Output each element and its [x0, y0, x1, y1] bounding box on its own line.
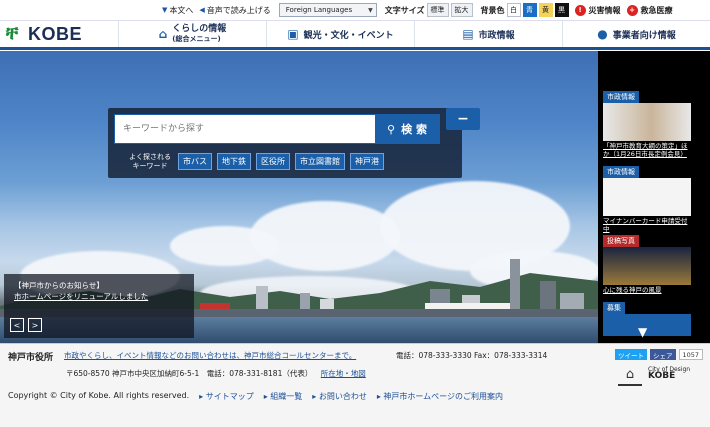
emergency-medical-link[interactable]: + 救急医療 [626, 4, 673, 16]
keyword-subway[interactable]: 地下鉄 [217, 153, 251, 170]
global-nav: ⌂ くらしの情報 (総合メニュー) ▣ 観光・文化・イベント ▤ 市政情報 ● … [118, 21, 710, 47]
page: ▼ 本文へ ◀ 音声で読み上げる Foreign Languages ▼ 文字サ… [0, 0, 710, 427]
font-size-label: 文字サイズ [384, 5, 425, 15]
read-aloud-link[interactable]: ◀ 音声で読み上げる [199, 5, 270, 16]
keyword-library[interactable]: 市立図書館 [295, 153, 345, 170]
nav-business-info[interactable]: ● 事業者向け情報 [562, 21, 710, 47]
search-panel: ⚲ 検 索 − よく探される キーワード 市バス 地下鉄 区役所 市立図書館 神… [108, 108, 480, 178]
house-icon: ⌂ [158, 27, 168, 41]
unesco-temple-icon: ⌂ [618, 366, 642, 386]
notice-box: 【神戸市からのお知らせ】 市ホームページをリニューアルしました < > [4, 274, 194, 338]
utility-bar: ▼ 本文へ ◀ 音声で読み上げる Foreign Languages ▼ 文字サ… [0, 0, 710, 20]
bg-black-button[interactable]: 黒 [554, 3, 569, 17]
chevron-down-icon: ▼ [368, 6, 373, 14]
feature-panel: 市政情報 「神戸市教育大綱の策定」ほか（1月26日市長定例会見） 市政情報 マイ… [598, 51, 710, 343]
copyright-row: Copyright © City of Kobe. All rights res… [8, 391, 503, 402]
next-button[interactable]: > [28, 318, 42, 332]
card-caption: 「神戸市教育大綱の策定」ほか（1月26日市長定例会見） [603, 142, 688, 158]
nav-city-government[interactable]: ▤ 市政情報 [414, 21, 562, 47]
feature-card[interactable]: 市政情報 マイナンバーカード申請受付中 [603, 159, 691, 233]
kobe-logo[interactable]: ቸ KOBE [0, 24, 118, 45]
search-box: ⚲ 検 索 [114, 114, 440, 144]
search-input[interactable] [115, 115, 375, 143]
city-name: 神戸市役所 [8, 353, 54, 363]
usage-guide-link[interactable]: 神戸市ホームページのご利用案内 [377, 391, 503, 402]
scroll-down-icon[interactable]: ▼ [638, 325, 647, 339]
tweet-button[interactable]: ツイート [615, 349, 647, 360]
language-select[interactable]: Foreign Languages ▼ [278, 3, 377, 17]
keyword-kobe-port[interactable]: 神戸港 [350, 153, 384, 170]
font-size-standard-button[interactable]: 標準 [426, 3, 449, 17]
card-tag: 投稿写真 [603, 235, 639, 247]
bg-white-button[interactable]: 白 [506, 3, 521, 17]
facebook-share-button[interactable]: シェア [650, 349, 676, 360]
feature-card[interactable]: 市政情報 「神戸市教育大綱の策定」ほか（1月26日市長定例会見） [603, 84, 691, 158]
card-image [603, 103, 691, 141]
card-tag: 募集 [603, 302, 625, 314]
share-buttons: ツイート シェア 1057 [612, 349, 704, 360]
triangle-down-icon: ▼ [162, 6, 168, 14]
call-center-tel: 電話：078-333-3330 Fax：078-333-3314 [396, 351, 548, 360]
prev-button[interactable]: < [10, 318, 24, 332]
main-header: ቸ KOBE ⌂ くらしの情報 (総合メニュー) ▣ 観光・文化・イベント ▤ … [0, 20, 710, 50]
footer: 神戸市役所 市政やくらし、イベント情報などのお問い合わせは、神戸市総合コールセン… [0, 343, 710, 427]
medical-cross-icon: + [626, 4, 638, 16]
address: 〒650-8570 神戸市中央区加納町6-5-1 電話：078-331-8181… [66, 369, 366, 378]
background-color-label: 背景色 [480, 5, 505, 15]
share-count: 1057 [678, 349, 704, 360]
organization-link[interactable]: 組織一覧 [264, 391, 302, 402]
briefcase-icon: ▣ [287, 27, 299, 41]
search-button[interactable]: ⚲ 検 索 [375, 115, 439, 143]
person-icon: ● [597, 27, 608, 41]
keyword-city-bus[interactable]: 市バス [178, 153, 212, 170]
unesco-badge[interactable]: ⌂ City of Design KOBE [618, 366, 704, 422]
bg-blue-button[interactable]: 青 [522, 3, 537, 17]
copyright: Copyright © City of Kobe. All rights res… [8, 391, 190, 400]
font-size-large-button[interactable]: 拡大 [450, 3, 473, 17]
disaster-info-link[interactable]: ! 災害情報 [574, 4, 621, 16]
search-icon: ⚲ [387, 122, 396, 136]
speaker-icon: ◀ [199, 6, 205, 14]
card-image [603, 247, 691, 285]
notice-link[interactable]: 市ホームページをリニューアルしました [14, 291, 184, 302]
contact-link[interactable]: お問い合わせ [312, 391, 367, 402]
notice-title: 【神戸市からのお知らせ】 [14, 281, 104, 290]
alert-icon: ! [574, 4, 586, 16]
keyword-list: 市バス 地下鉄 区役所 市立図書館 神戸港 [178, 153, 389, 170]
skip-to-content-link[interactable]: ▼ 本文へ [162, 5, 193, 16]
card-tag: 市政情報 [603, 166, 639, 178]
card-caption: 心に残る神戸の風景 [603, 286, 662, 294]
feature-card[interactable]: 投稿写真 心に残る神戸の風景 [603, 228, 691, 294]
collapse-search-button[interactable]: − [446, 108, 480, 130]
bg-yellow-button[interactable]: 黄 [538, 3, 553, 17]
nav-tourism-culture[interactable]: ▣ 観光・文化・イベント [266, 21, 414, 47]
card-image [603, 178, 691, 216]
building-icon: ▤ [462, 27, 474, 41]
keywords-label: よく探される キーワード [129, 153, 171, 170]
sitemap-link[interactable]: サイトマップ [199, 391, 254, 402]
card-tag: 市政情報 [603, 91, 639, 103]
keyword-ward-office[interactable]: 区役所 [256, 153, 290, 170]
nav-living-info[interactable]: ⌂ くらしの情報 (総合メニュー) [118, 21, 266, 47]
map-link[interactable]: 所在地・地図 [321, 369, 366, 378]
call-center-link[interactable]: 市政やくらし、イベント情報などのお問い合わせは、神戸市総合コールセンターまで。 [64, 350, 356, 361]
kobe-emblem-icon: ቸ [6, 23, 19, 44]
